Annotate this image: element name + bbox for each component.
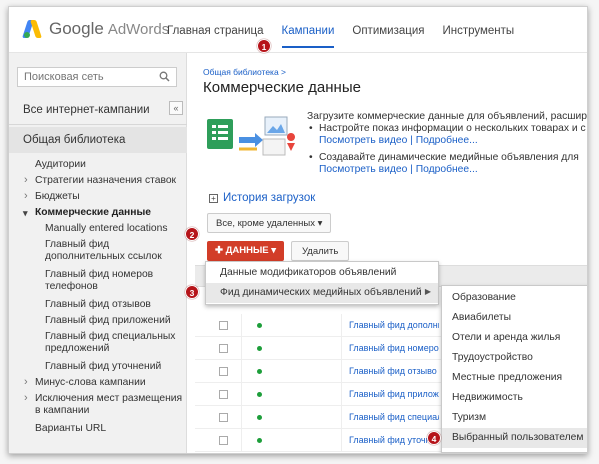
step-badge-2: 2 [185,227,199,241]
chevron-down-icon: ▾ [317,218,323,229]
menu-item-dynamic-display-feed[interactable]: Фид динамических медийных объявлений ▶ [206,283,438,303]
feed-name-link[interactable]: Главный фид дополни [349,320,439,330]
menu-item-ad-customizer-data[interactable]: Данные модификаторов объявлений [206,263,438,283]
top-bar: Google AdWords Главная страница Кампании… [9,7,587,53]
status-enabled-icon [257,323,262,328]
data-button[interactable]: ✚ ДАННЫЕ ▾ [207,241,285,261]
submenu-item-real-estate[interactable]: Недвижимость [442,388,587,408]
adwords-logo-icon [22,20,43,38]
tree-item-offers-feed[interactable]: Главный фид специальных предложений [9,331,187,361]
upload-history-link[interactable]: + История загрузок [209,192,315,204]
delete-button[interactable]: Удалить [291,241,350,261]
feed-name-link[interactable]: Главный фид номеро [349,343,439,353]
promo-text: Загрузите коммерческие данные для объявл… [307,111,588,176]
row-checkbox[interactable] [219,321,228,330]
submenu-item-education[interactable]: Образование [442,288,587,308]
sidebar-search [17,67,177,87]
tree-item-sitelinks-feed[interactable]: Главный фид дополнительных ссылок [9,239,187,269]
submenu-item-flights[interactable]: Авиабилеты [442,308,587,328]
search-icon[interactable] [159,71,170,82]
submenu-item-custom[interactable]: Выбранный пользователем [442,428,587,448]
menu-item-label: Фид динамических медийных объявлений [220,287,422,298]
adwords-window: Google AdWords Главная страница Кампании… [8,6,588,454]
row-checkbox[interactable] [219,390,228,399]
promo-links-2[interactable]: Посмотреть видео | Подробнее... [307,164,587,176]
tree-item-reviews-feed[interactable]: Главный фид отзывов [9,299,187,315]
submenu-item-jobs[interactable]: Трудоустройство [442,348,587,368]
tree-item-bid-strategies[interactable]: Стратегии назначения ставок [9,174,187,191]
expand-plus-icon: + [209,193,218,203]
tree-item-business-data[interactable]: Коммерческие данные [9,207,187,223]
all-campaigns-link[interactable]: Все интернет-кампании [23,104,150,116]
status-enabled-icon [257,438,262,443]
row-checkbox[interactable] [219,413,228,422]
sidebar-search-input[interactable] [18,68,158,86]
feed-type-submenu: Образование Авиабилеты Отели и аренда жи… [441,285,587,453]
step-badge-4: 4 [427,431,441,445]
logo-product-text: AdWords [107,20,170,38]
status-filter-label: Все, кроме удаленных [216,218,315,229]
nav-optimization[interactable]: Оптимизация [352,25,424,48]
tree-item-callouts-feed[interactable]: Главный фид уточнений [9,361,187,377]
submenu-item-travel[interactable]: Туризм [442,408,587,428]
data-button-label: ДАННЫЕ [225,245,269,256]
tree-item-phone-feed[interactable]: Главный фид номеров телефонов [9,269,187,299]
logo-google-text: Google [49,19,104,38]
collapse-sidebar-button[interactable]: « [169,101,183,115]
row-checkbox[interactable] [219,344,228,353]
row-checkbox[interactable] [219,436,228,445]
adwords-logo[interactable]: Google AdWords [22,19,170,39]
chevron-right-icon: ▶ [424,287,431,296]
status-enabled-icon [257,346,262,351]
feed-name-link[interactable]: Главный фид уточнен [349,435,439,445]
feed-name-link[interactable]: Главный фид специал [349,412,439,422]
step-badge-3: 3 [185,285,199,299]
tree-item-locations[interactable]: Manually entered locations [9,223,187,239]
nav-tools[interactable]: Инструменты [442,25,514,48]
sidebar: Все интернет-кампании « Общая библиотека… [9,53,187,453]
promo-bullet-1: Настройте показ информации о нескольких … [307,123,587,135]
nav-home[interactable]: Главная страница [167,25,264,48]
chevron-down-icon: ▾ [271,245,277,256]
breadcrumb[interactable]: Общая библиотека > [203,67,286,77]
promo-bullet-2: Создавайте динамические медийные объявле… [307,152,587,164]
tree-item-budgets[interactable]: Бюджеты [9,190,187,207]
nav-campaigns[interactable]: Кампании [281,25,335,48]
data-menu: Данные модификаторов объявлений Фид дина… [205,261,439,305]
submenu-item-hotels[interactable]: Отели и аренда жилья [442,328,587,348]
main-nav: Главная страница Кампании Оптимизация Ин… [167,25,532,48]
page-title: Коммерческие данные [203,79,361,96]
divider [9,124,187,125]
submenu-item-local-deals[interactable]: Местные предложения [442,368,587,388]
upload-history-label: История загрузок [223,192,316,204]
promo-links-1[interactable]: Посмотреть видео | Подробнее... [307,135,587,147]
tree-item-audiences[interactable]: Аудитории [9,159,187,175]
status-enabled-icon [257,415,262,420]
plus-icon: ✚ [215,245,226,256]
business-data-illustration-icon [207,116,296,156]
shared-library-header[interactable]: Общая библиотека [9,127,187,153]
tree-item-apps-feed[interactable]: Главный фид приложений [9,315,187,331]
status-filter-dropdown[interactable]: Все, кроме удаленных ▾ [207,213,332,233]
status-enabled-icon [257,392,262,397]
step-badge-1: 1 [257,39,271,53]
status-enabled-icon [257,369,262,374]
library-tree: Аудитории Стратегии назначения ставок Бю… [9,159,187,439]
promo-intro: Загрузите коммерческие данные для объявл… [307,111,588,122]
tree-item-url-options[interactable]: Варианты URL [9,423,187,439]
tree-item-placement-exclusions[interactable]: Исключения мест размещения в кампании [9,392,187,423]
row-checkbox[interactable] [219,367,228,376]
feed-name-link[interactable]: Главный фид прилож [349,389,439,399]
tree-item-negative-keywords[interactable]: Минус-слова кампании [9,376,187,393]
feed-name-link[interactable]: Главный фид отзыво [349,366,439,376]
